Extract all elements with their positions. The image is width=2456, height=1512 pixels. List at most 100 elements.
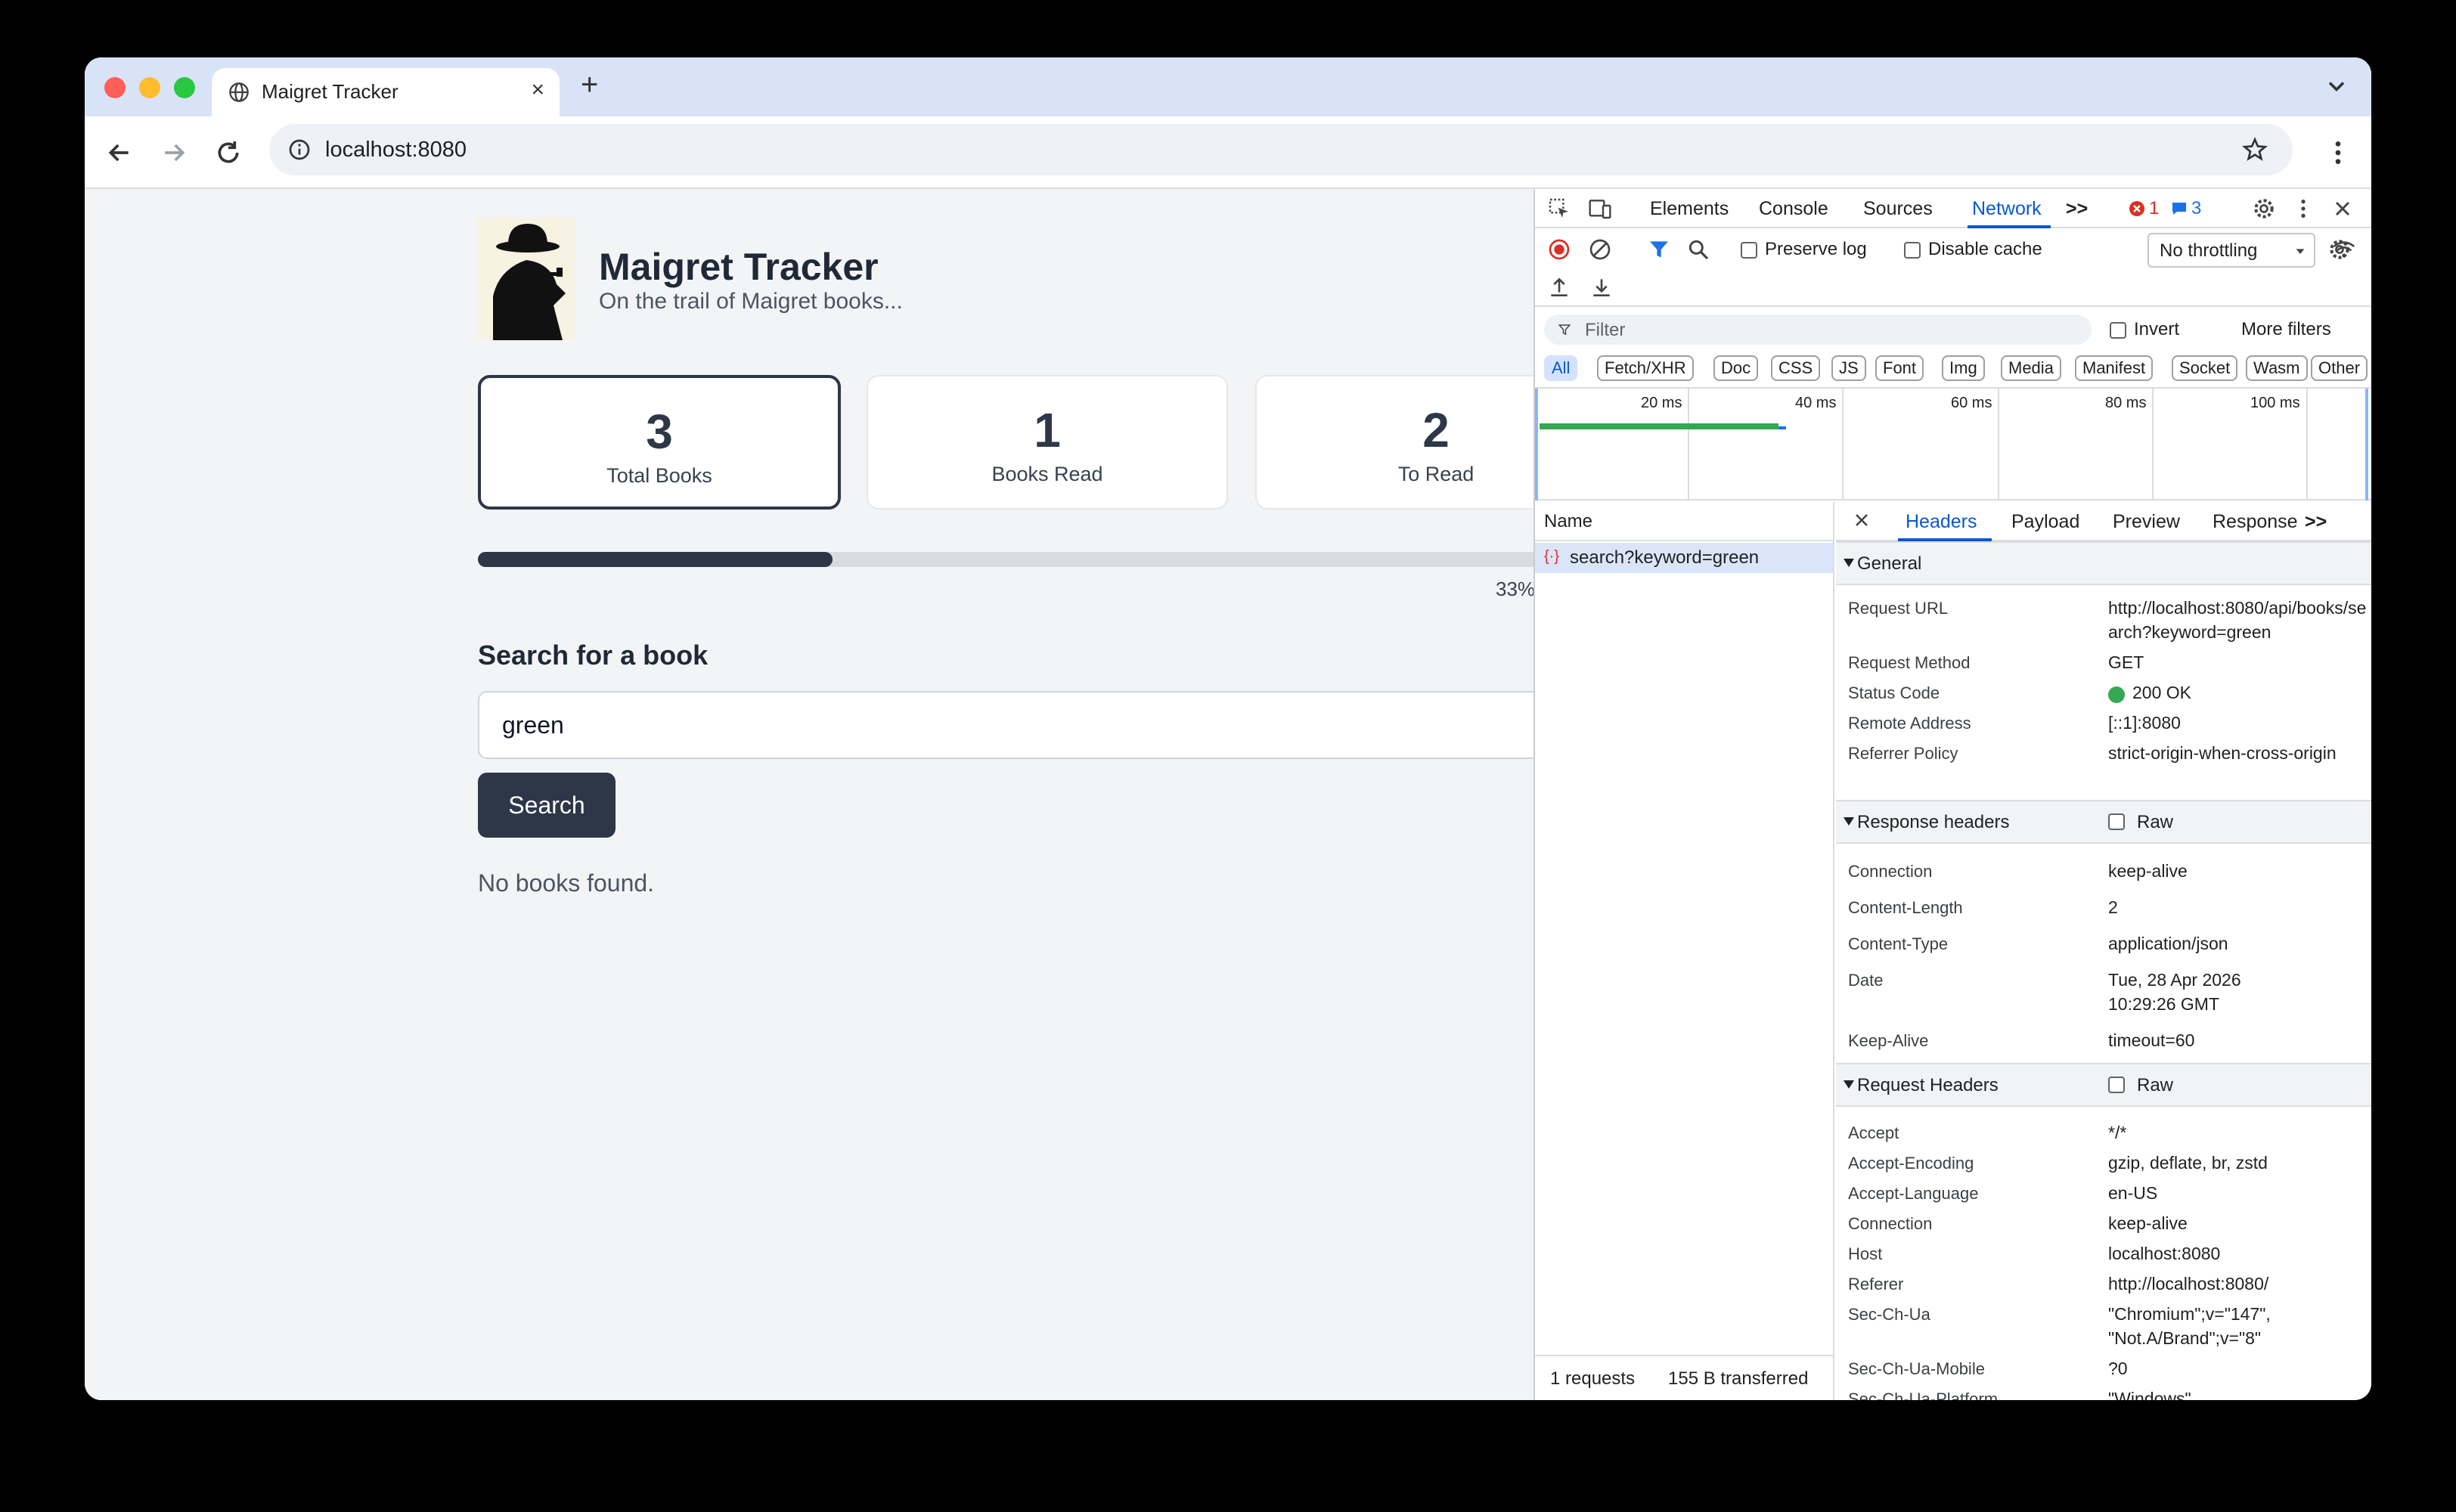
- inspect-element-icon[interactable]: [1547, 197, 1571, 221]
- filter-chip-img[interactable]: Img: [1942, 355, 1985, 381]
- disable-cache-checkbox[interactable]: [1904, 242, 1921, 259]
- tab-elements[interactable]: Elements: [1650, 198, 1729, 220]
- close-devtools-icon[interactable]: [2330, 197, 2355, 221]
- new-tab-button[interactable]: +: [581, 68, 598, 102]
- forward-arrow-icon[interactable]: [159, 138, 189, 168]
- more-detail-tabs-chevron-icon[interactable]: >>: [2305, 511, 2327, 533]
- import-export-toolbar: [1535, 269, 2371, 307]
- reload-icon[interactable]: [213, 138, 243, 168]
- filter-chip-media[interactable]: Media: [2001, 355, 2061, 381]
- devtools-menu-icon[interactable]: [2291, 197, 2315, 221]
- filter-chip-manifest[interactable]: Manifest: [2075, 355, 2154, 381]
- browser-tab[interactable]: Maigret Tracker ×: [212, 68, 560, 116]
- disable-cache-label: Disable cache: [1928, 239, 2042, 259]
- response-headers-section-header[interactable]: Response headers Raw: [1836, 800, 2371, 844]
- filter-chip-css[interactable]: CSS: [1771, 355, 1821, 381]
- browser-menu-icon[interactable]: [2323, 136, 2353, 169]
- tab-headers[interactable]: Headers: [1906, 511, 1977, 533]
- timeline-range-handle[interactable]: [1535, 389, 1538, 500]
- tab-payload[interactable]: Payload: [2011, 511, 2079, 533]
- raw-checkbox[interactable]: [2108, 813, 2125, 830]
- header-key: Request Method: [1848, 653, 1971, 672]
- active-tab-indicator: [1968, 225, 2051, 228]
- network-settings-gear-icon[interactable]: [2327, 237, 2352, 262]
- header-value: localhost:8080: [2108, 1244, 2221, 1263]
- filter-chip-fetch-xhr[interactable]: Fetch/XHR: [1597, 355, 1694, 381]
- more-tabs-chevron-icon[interactable]: >>: [2066, 198, 2088, 220]
- filter-chip-all[interactable]: All: [1544, 355, 1578, 381]
- stat-card-read[interactable]: 1 Books Read: [867, 375, 1228, 510]
- browser-toolbar: localhost:8080: [85, 116, 2371, 189]
- tab-title: Maigret Tracker: [262, 80, 398, 103]
- back-arrow-icon[interactable]: [104, 138, 135, 168]
- header-key: Referrer Policy: [1848, 744, 1958, 763]
- search-input[interactable]: [478, 691, 1533, 759]
- import-upload-icon[interactable]: [1547, 275, 1571, 299]
- timeline-range-handle[interactable]: [2365, 389, 2368, 500]
- filter-chip-wasm[interactable]: Wasm: [2246, 355, 2308, 381]
- settings-gear-icon[interactable]: [2252, 197, 2276, 221]
- error-icon[interactable]: [2128, 200, 2146, 218]
- network-overview-timeline: 20 ms 40 ms 60 ms 80 ms 100 ms: [1535, 387, 2371, 500]
- minimize-window-button[interactable]: [139, 77, 160, 98]
- header-key: Sec-Ch-Ua-Platform: [1848, 1390, 1999, 1400]
- timeline-tick: 40 ms: [1795, 395, 1837, 411]
- record-stop-icon[interactable]: [1547, 237, 1571, 262]
- bookmark-star-icon[interactable]: [2241, 136, 2268, 163]
- header-value: "Chromium";v="147", "Not.A/Brand";v="8": [2108, 1304, 2271, 1348]
- filter-input[interactable]: Filter: [1544, 314, 2092, 345]
- general-section-header[interactable]: General: [1836, 541, 2371, 585]
- tab-search-chevron-icon[interactable]: [2323, 73, 2350, 100]
- filter-chip-doc[interactable]: Doc: [1713, 355, 1759, 381]
- more-filters-dropdown[interactable]: More filters: [2241, 319, 2331, 340]
- stat-card-total[interactable]: 3 Total Books: [478, 375, 841, 510]
- device-toolbar-icon[interactable]: [1588, 197, 1612, 221]
- tab-console[interactable]: Console: [1759, 198, 1828, 220]
- close-window-button[interactable]: [104, 77, 126, 98]
- clear-icon[interactable]: [1588, 237, 1612, 262]
- reading-progress-fill: [478, 552, 833, 567]
- filter-chip-other[interactable]: Other: [2311, 355, 2368, 381]
- preserve-log-checkbox[interactable]: [1741, 242, 1757, 259]
- header-key: Sec-Ch-Ua-Mobile: [1848, 1359, 1985, 1378]
- header-value: */*: [2108, 1123, 2127, 1142]
- header-key: Sec-Ch-Ua: [1848, 1305, 1930, 1324]
- tab-network[interactable]: Network: [1972, 198, 2042, 220]
- raw-checkbox[interactable]: [2108, 1077, 2125, 1093]
- header-key: Status Code: [1848, 683, 1940, 702]
- search-button[interactable]: Search: [478, 773, 616, 838]
- throttling-select[interactable]: No throttling: [2147, 233, 2315, 268]
- message-icon[interactable]: [2170, 200, 2188, 218]
- request-headers-section-header[interactable]: Request Headers Raw: [1836, 1063, 2371, 1107]
- filter-chip-js[interactable]: JS: [1831, 355, 1866, 381]
- address-bar[interactable]: localhost:8080: [269, 124, 2293, 175]
- header-value: Tue, 28 Apr 2026 10:29:26 GMT: [2108, 970, 2241, 1014]
- request-list-header: Name: [1535, 502, 1833, 541]
- app-title: Maigret Tracker: [599, 246, 879, 288]
- tab-sources[interactable]: Sources: [1863, 198, 1933, 220]
- stat-card-to-read[interactable]: 2 To Read: [1255, 375, 1533, 510]
- request-row[interactable]: {·} search?keyword=green: [1535, 543, 1833, 573]
- export-download-icon[interactable]: [1589, 275, 1614, 299]
- name-column-header[interactable]: Name: [1544, 511, 1592, 532]
- site-info-icon[interactable]: [287, 138, 312, 162]
- stat-value: 2: [1422, 403, 1450, 457]
- devtools-panel: Elements Console Sources Network >> 1 3 …: [1533, 189, 2371, 1400]
- filter-icon: [1558, 324, 1571, 336]
- tab-preview[interactable]: Preview: [2113, 511, 2180, 533]
- filter-chip-font[interactable]: Font: [1875, 355, 1924, 381]
- zoom-window-button[interactable]: [174, 77, 195, 98]
- header-value: strict-origin-when-cross-origin: [2108, 743, 2337, 763]
- invert-checkbox[interactable]: [2110, 322, 2126, 339]
- request-list: Name {·} search?keyword=green 1 requests…: [1535, 502, 1834, 1400]
- tab-response[interactable]: Response: [2213, 511, 2298, 533]
- stat-value: 1: [1034, 403, 1061, 457]
- tab-close-icon[interactable]: ×: [531, 77, 544, 103]
- search-icon[interactable]: [1686, 237, 1710, 262]
- raw-label: Raw: [2137, 1075, 2174, 1095]
- header-key: Date: [1848, 971, 1884, 990]
- close-details-icon[interactable]: [1851, 510, 1872, 531]
- filter-chip-socket[interactable]: Socket: [2172, 355, 2238, 381]
- header-value: [::1]:8080: [2108, 713, 2181, 733]
- filter-funnel-icon[interactable]: [1647, 237, 1671, 262]
